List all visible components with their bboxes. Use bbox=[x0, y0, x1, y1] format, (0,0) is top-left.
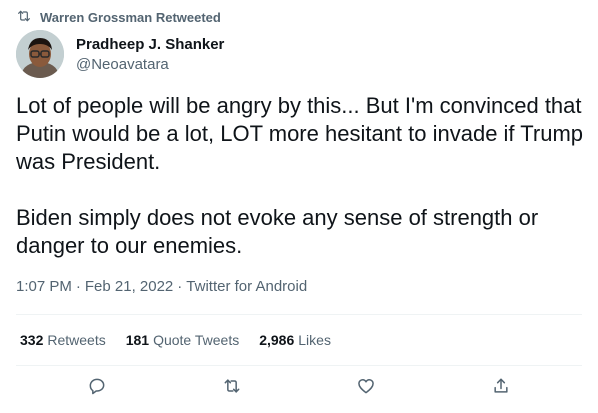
retweet-banner[interactable]: Warren Grossman Retweeted bbox=[16, 8, 221, 27]
avatar[interactable] bbox=[16, 30, 64, 78]
quote-tweets-count: 181 bbox=[125, 332, 150, 348]
tweet-paragraph: Biden simply does not evoke any sense of… bbox=[16, 205, 539, 258]
author-handle[interactable]: @Neoavatara bbox=[76, 56, 224, 73]
retweet-icon bbox=[16, 8, 32, 27]
tweet-source[interactable]: Twitter for Android bbox=[186, 278, 307, 295]
likes-count: 2,986 bbox=[259, 332, 295, 348]
divider bbox=[16, 365, 582, 366]
quote-tweets-stat[interactable]: 181 Quote Tweets bbox=[126, 332, 240, 348]
tweet-text: Lot of people will be angry by this... B… bbox=[16, 92, 586, 260]
like-button[interactable] bbox=[355, 377, 377, 399]
retweet-button[interactable] bbox=[221, 377, 243, 399]
divider bbox=[16, 314, 582, 315]
tweet-stats: 332 Retweets 181 Quote Tweets 2,986 Likes bbox=[20, 332, 331, 348]
tweet-meta: 1:07 PM · Feb 21, 2022 · Twitter for And… bbox=[16, 278, 307, 295]
share-icon bbox=[491, 376, 511, 401]
meta-separator: · bbox=[177, 278, 183, 295]
retweets-label: Retweets bbox=[47, 332, 106, 348]
retweet-banner-text: Warren Grossman Retweeted bbox=[40, 10, 221, 25]
quote-tweets-label: Quote Tweets bbox=[153, 332, 240, 348]
tweet-date[interactable]: Feb 21, 2022 bbox=[85, 278, 173, 295]
tweet-actions bbox=[0, 377, 598, 399]
retweets-count: 332 bbox=[20, 332, 44, 348]
reply-button[interactable] bbox=[86, 377, 108, 399]
tweet-time[interactable]: 1:07 PM bbox=[16, 278, 72, 295]
author-header: Pradheep J. Shanker @Neoavatara bbox=[16, 30, 224, 78]
author-display-name[interactable]: Pradheep J. Shanker bbox=[76, 36, 224, 53]
likes-stat[interactable]: 2,986 Likes bbox=[259, 332, 331, 348]
like-icon bbox=[356, 376, 376, 401]
share-button[interactable] bbox=[490, 377, 512, 399]
reply-icon bbox=[87, 376, 107, 401]
tweet-paragraph: Lot of people will be angry by this... B… bbox=[16, 93, 584, 174]
retweet-icon bbox=[222, 376, 242, 401]
meta-separator: · bbox=[75, 278, 81, 295]
likes-label: Likes bbox=[298, 332, 331, 348]
retweets-stat[interactable]: 332 Retweets bbox=[20, 332, 106, 348]
